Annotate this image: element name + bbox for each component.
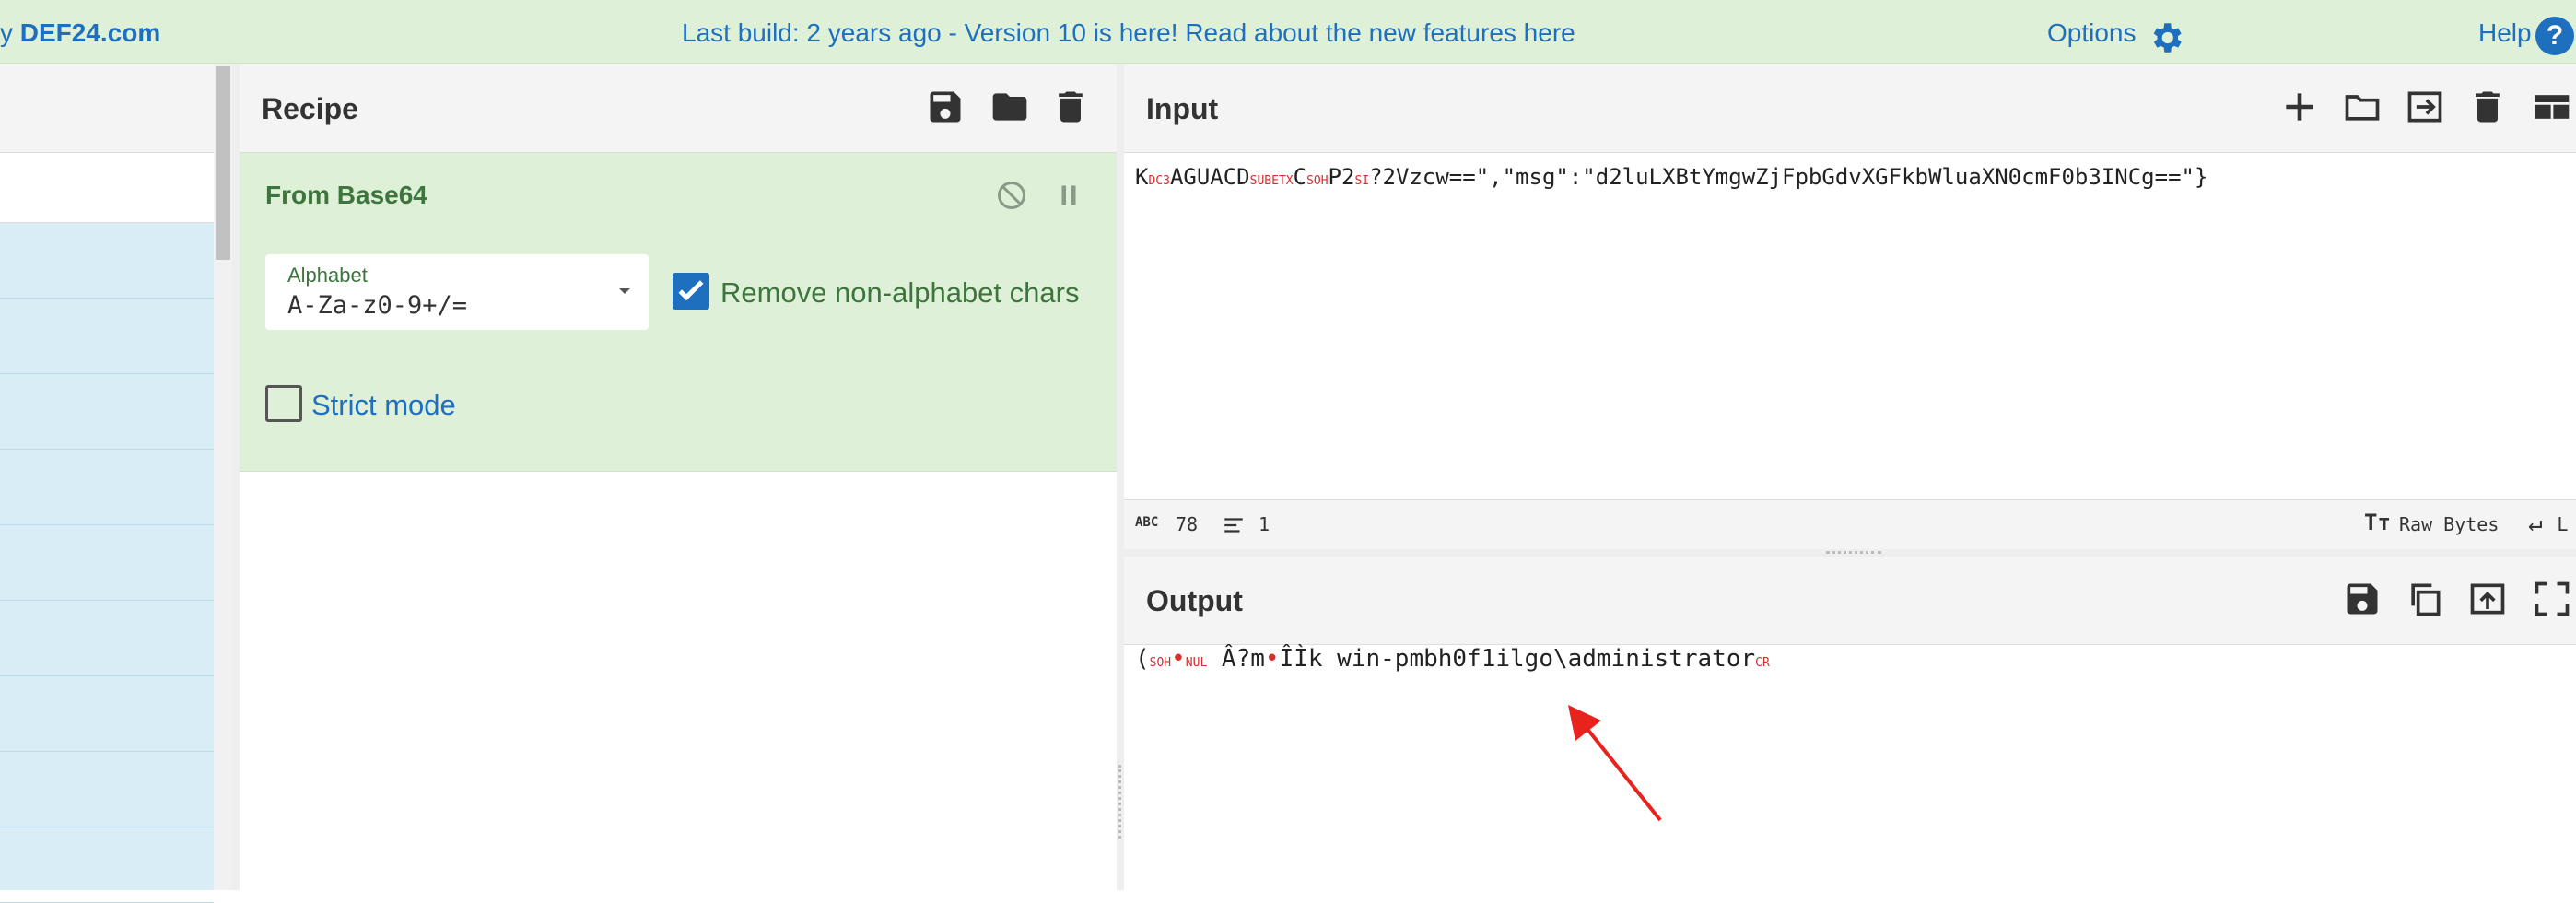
unprintable-char: • (1264, 645, 1280, 673)
input-title: Input (1146, 92, 1219, 125)
operations-scrollbar[interactable] (214, 64, 232, 890)
text-encoding-icon[interactable]: Tт (2364, 510, 2391, 535)
list-item[interactable] (0, 374, 214, 450)
alphabet-select[interactable]: Alphabet A-Za-z0-9+/= (265, 254, 649, 330)
text-segment: ?2Vzcw==","msg":"d2luLXBtYmgwZjFpbGdvXGF… (1369, 164, 2208, 190)
list-item[interactable] (0, 752, 214, 827)
char-count: 78 (1176, 513, 1199, 535)
recipe-pane: Recipe From Base64 Alphabet A-Za-z0-9+/= (240, 64, 1117, 890)
list-item[interactable] (0, 299, 214, 374)
open-input-icon[interactable] (2405, 87, 2445, 127)
list-item[interactable] (0, 450, 214, 525)
caret-down-icon[interactable] (615, 282, 634, 300)
remove-non-alphabet-checkbox[interactable] (673, 273, 709, 310)
open-folder-icon[interactable] (2342, 87, 2383, 127)
list-item[interactable] (0, 525, 214, 601)
list-item[interactable] (0, 676, 214, 752)
text-segment: Â?m (1207, 645, 1265, 673)
operations-header (0, 64, 214, 153)
pane-resizer[interactable] (1117, 64, 1124, 890)
control-char: SUBETX (1249, 174, 1294, 188)
disable-icon[interactable] (995, 179, 1028, 212)
text-segment: C (1293, 164, 1307, 190)
add-tab-icon[interactable] (2279, 87, 2320, 127)
maximise-icon[interactable] (2532, 579, 2572, 619)
options-button[interactable]: Options (2047, 18, 2137, 48)
operations-search-input[interactable] (0, 153, 214, 223)
text-segment: ( (1135, 645, 1150, 673)
operations-panel (0, 64, 214, 903)
unprintable-char: • (1171, 645, 1186, 673)
trash-icon[interactable] (1050, 87, 1091, 127)
layout-icon[interactable] (2532, 87, 2572, 127)
input-header: Input (1124, 64, 2576, 153)
list-item[interactable] (0, 601, 214, 676)
output-textarea[interactable]: (SOH•NUL Â?m•ÎÌk win-pmbh0f1ilgo\adminis… (1135, 645, 1770, 673)
help-button[interactable]: Help (2478, 18, 2532, 48)
control-char: SOH (1149, 656, 1172, 670)
input-status-bar: ABC 78 1 Tт Raw Bytes ↵ L (1124, 499, 2576, 549)
pane-resizer[interactable] (232, 64, 240, 890)
replace-input-icon[interactable] (2467, 579, 2508, 619)
output-title: Output (1146, 584, 1243, 617)
list-item[interactable] (0, 223, 214, 299)
resize-handle[interactable] (1826, 551, 1881, 555)
line-count-icon (1222, 513, 1246, 542)
strict-mode-checkbox[interactable] (265, 385, 302, 422)
control-char: SI (1354, 174, 1370, 188)
copy-icon[interactable] (2405, 579, 2445, 619)
help-icon[interactable]: ? (2535, 17, 2574, 55)
text-segment: P2 (1328, 164, 1355, 190)
gear-icon[interactable] (2147, 18, 2185, 57)
remove-non-alphabet-label[interactable]: Remove non-alphabet chars (720, 276, 1079, 310)
char-count-icon: ABC (1135, 515, 1159, 530)
save-icon[interactable] (2342, 579, 2383, 619)
list-item[interactable] (0, 827, 214, 903)
text-segment: ÎÌk win-pmbh0f1ilgo\administrator (1279, 645, 1756, 673)
input-pane: Input KDC3AGUACDSUBETXCSOHP2SI?2Vzcw==",… (1124, 64, 2576, 549)
eol-icon[interactable]: ↵ L (2528, 510, 2568, 537)
strict-mode-label[interactable]: Strict mode (311, 389, 456, 422)
alphabet-value: A-Za-z0-9+/= (287, 291, 468, 320)
text-encoding[interactable]: Raw Bytes (2399, 513, 2499, 535)
line-count: 1 (1259, 513, 1270, 535)
control-char: CR (1755, 656, 1770, 670)
alphabet-label: Alphabet (287, 264, 368, 287)
control-char: NUL (1185, 656, 1208, 670)
output-header: Output (1124, 557, 2576, 645)
trash-icon[interactable] (2467, 87, 2508, 127)
from-base64-operation: From Base64 Alphabet A-Za-z0-9+/= Remove… (240, 153, 1117, 472)
top-banner: y DEF24.com Last build: 2 years ago - Ve… (0, 0, 2576, 64)
text-segment: K (1135, 164, 1149, 190)
recipe-header: Recipe (240, 64, 1117, 153)
pane-resizer[interactable] (1124, 549, 2576, 557)
resize-handle[interactable] (1118, 765, 1122, 838)
folder-icon[interactable] (989, 87, 1030, 127)
control-char: DC3 (1148, 174, 1170, 188)
annotation-arrow-icon (1568, 705, 1662, 822)
operations-list (0, 223, 214, 903)
text-segment: AGUACD (1169, 164, 1250, 190)
control-char: SOH (1306, 174, 1329, 188)
operation-title: From Base64 (265, 181, 427, 209)
output-pane: Output (SOH•NUL Â?m•ÎÌk win-pmbh0f1ilgo\… (1124, 557, 2576, 890)
recipe-title: Recipe (262, 92, 358, 125)
input-textarea[interactable]: KDC3AGUACDSUBETXCSOHP2SI?2Vzcw==","msg":… (1135, 164, 2207, 190)
scrollbar-thumb[interactable] (216, 66, 230, 260)
brand-link[interactable]: y DEF24.com (0, 18, 160, 48)
pause-icon[interactable] (1052, 179, 1085, 212)
save-icon[interactable] (925, 87, 966, 127)
version-banner-link[interactable]: Last build: 2 years ago - Version 10 is … (682, 18, 1575, 48)
